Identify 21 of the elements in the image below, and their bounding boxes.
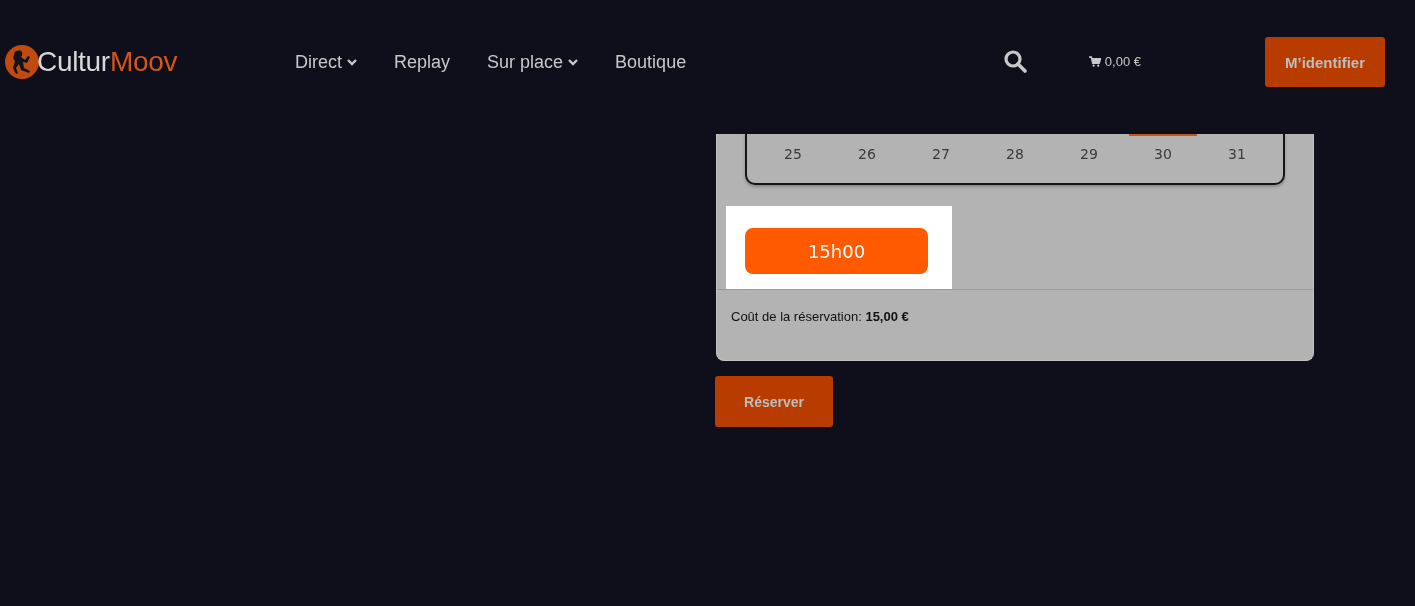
calendar-day[interactable]: 31 — [1200, 134, 1274, 183]
calendar-day[interactable]: 26 — [830, 134, 904, 183]
logo-wordmark[interactable]: CulturMoov — [37, 46, 178, 78]
calendar-day[interactable]: 30 — [1126, 134, 1200, 183]
booking-cost: Coût de la réservation: 15,00 € — [717, 289, 1313, 326]
reserve-button[interactable]: Réserver — [715, 376, 833, 427]
time-slot-button[interactable]: 15h00 — [745, 228, 928, 274]
seated-figure-icon — [5, 45, 39, 79]
calendar-day[interactable]: 28 — [978, 134, 1052, 183]
calendar-day[interactable]: 25 — [756, 134, 830, 183]
nav-link[interactable]: Sur place — [487, 51, 579, 73]
calendar-day[interactable]: 29 — [1052, 134, 1126, 183]
nav-link[interactable]: Direct — [295, 51, 357, 73]
nav-link[interactable]: Replay — [394, 51, 451, 73]
search-icon — [1002, 49, 1027, 73]
calendar-day[interactable]: 27 — [904, 134, 978, 183]
login-button[interactable]: M’identifier — [1265, 37, 1385, 87]
search-button[interactable] — [1002, 49, 1027, 73]
cart-link[interactable]: 0,00 € — [1088, 54, 1141, 69]
nav-link[interactable]: Boutique — [615, 51, 687, 73]
cart-icon — [1088, 56, 1101, 67]
